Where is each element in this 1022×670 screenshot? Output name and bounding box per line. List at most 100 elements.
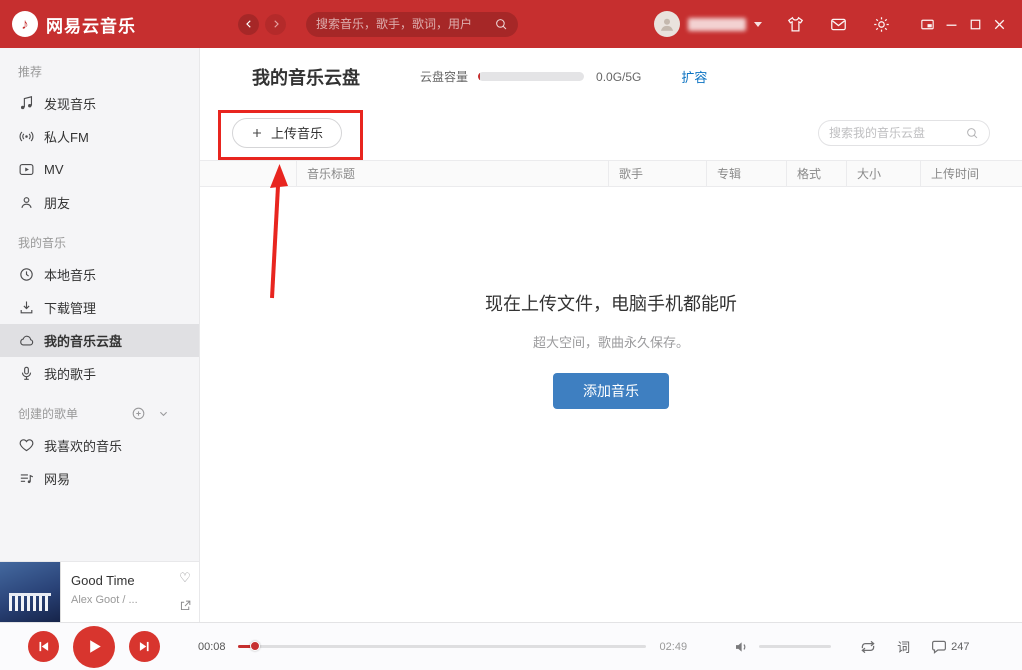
section-my-music: 我的音乐 [0, 219, 199, 258]
search-icon[interactable] [494, 17, 508, 31]
forward-button[interactable] [265, 14, 286, 35]
main-content: 我的音乐云盘 云盘容量 0.0G/5G 扩容 上传音乐 音乐标题 歌手 专辑 格… [200, 48, 1022, 622]
mini-mode-icon[interactable] [919, 16, 936, 33]
comments-button[interactable]: 247 [930, 638, 969, 656]
sidebar-item-label: 我的歌手 [44, 364, 96, 383]
now-playing-info: Good Time Alex Goot / ... [61, 562, 171, 622]
mv-icon [18, 161, 35, 178]
now-playing-panel: Good Time Alex Goot / ... ♡ [0, 561, 200, 622]
capacity-progress-fill [478, 72, 480, 81]
page-title: 我的音乐云盘 [252, 64, 360, 90]
sidebar-item-label: 我喜欢的音乐 [44, 436, 122, 455]
person-icon [658, 15, 676, 33]
add-music-button[interactable]: 添加音乐 [553, 373, 669, 409]
sidebar-item-label: 朋友 [44, 193, 70, 212]
theme-shirt-icon[interactable] [786, 15, 805, 34]
sidebar-item-download-manager[interactable]: 下载管理 [0, 291, 199, 324]
column-album[interactable]: 专辑 [706, 161, 786, 186]
column-format[interactable]: 格式 [786, 161, 846, 186]
username-redacted[interactable] [688, 18, 746, 31]
player-right-controls: 词 247 [859, 637, 969, 656]
plus-icon [251, 127, 263, 139]
window-controls [919, 16, 1008, 33]
music-note-icon [18, 95, 35, 112]
sidebar-item-music-cloud-disk[interactable]: 我的音乐云盘 [0, 324, 199, 357]
column-song-title[interactable]: 音乐标题 [296, 161, 608, 186]
previous-track-button[interactable] [28, 631, 59, 662]
volume-control [733, 638, 831, 656]
cloud-disk-search [818, 120, 990, 146]
sidebar-item-label: MV [44, 162, 64, 177]
back-button[interactable] [238, 14, 259, 35]
friends-icon [18, 194, 35, 211]
fm-icon [18, 128, 35, 145]
sidebar-item-label: 网易 [44, 469, 70, 488]
nav-arrows [238, 14, 286, 35]
comment-count: 247 [951, 641, 969, 653]
volume-slider[interactable] [759, 645, 831, 648]
song-table-header: 音乐标题 歌手 专辑 格式 大小 上传时间 [200, 160, 1022, 187]
sidebar-item-label: 本地音乐 [44, 265, 96, 284]
speaker-icon[interactable] [733, 638, 751, 656]
titlebar-right [654, 11, 1008, 37]
app-title: 网易云音乐 [46, 12, 136, 37]
upload-music-button[interactable]: 上传音乐 [232, 118, 342, 148]
current-time: 00:08 [198, 641, 226, 653]
section-label: 推荐 [18, 63, 42, 80]
expand-capacity-link[interactable]: 扩容 [681, 67, 707, 86]
cloud-icon [18, 332, 35, 349]
heart-icon [18, 437, 35, 454]
sidebar-item-local-music[interactable]: 本地音乐 [0, 258, 199, 291]
share-icon[interactable] [179, 599, 192, 612]
album-art[interactable] [0, 562, 61, 622]
user-avatar[interactable] [654, 11, 680, 37]
seek-bar[interactable] [238, 645, 646, 648]
app-logo: ♪ 网易云音乐 [12, 11, 136, 37]
user-menu-caret-icon[interactable] [754, 22, 762, 27]
loop-mode-icon[interactable] [859, 638, 877, 656]
sidebar-item-friends[interactable]: 朋友 [0, 186, 199, 219]
sidebar-item-mv[interactable]: MV [0, 153, 199, 186]
column-size[interactable]: 大小 [846, 161, 920, 186]
titlebar: ♪ 网易云音乐 [0, 0, 1022, 48]
upload-button-label: 上传音乐 [271, 123, 323, 142]
album-art-piano-keys [9, 596, 51, 611]
next-track-button[interactable] [129, 631, 160, 662]
like-heart-icon[interactable]: ♡ [179, 571, 191, 584]
empty-state-title: 现在上传文件，电脑手机都能听 [485, 290, 737, 316]
player-bar: 00:08 02:49 词 247 [0, 622, 1022, 670]
close-icon[interactable] [991, 16, 1008, 33]
lyrics-button[interactable]: 词 [897, 637, 910, 656]
collapse-playlists-chevron-icon[interactable] [156, 406, 171, 421]
section-created-playlists: 创建的歌单 [0, 390, 199, 429]
cloud-disk-header: 我的音乐云盘 云盘容量 0.0G/5G 扩容 [200, 48, 1022, 105]
play-icon [82, 635, 105, 658]
sidebar-item-my-artists[interactable]: 我的歌手 [0, 357, 199, 390]
section-recommend: 推荐 [0, 48, 199, 87]
song-title[interactable]: Good Time [71, 573, 169, 588]
cloud-toolbar: 上传音乐 [200, 105, 1022, 160]
column-index-placeholder [200, 161, 296, 186]
sidebar-item-playlist-netease[interactable]: 网易 [0, 462, 199, 495]
sidebar-item-personal-fm[interactable]: 私人FM [0, 120, 199, 153]
song-artist[interactable]: Alex Goot / ... [71, 594, 169, 606]
netease-logo-icon: ♪ [12, 11, 38, 37]
global-search-input[interactable] [316, 17, 494, 31]
search-icon[interactable] [965, 126, 979, 140]
sidebar-item-liked-music[interactable]: 我喜欢的音乐 [0, 429, 199, 462]
capacity-label: 云盘容量 [420, 68, 468, 85]
maximize-icon[interactable] [967, 16, 984, 33]
settings-gear-icon[interactable] [872, 15, 891, 34]
section-label: 创建的歌单 [18, 405, 78, 422]
cloud-disk-search-input[interactable] [829, 126, 965, 140]
play-button[interactable] [73, 626, 115, 668]
artist-icon [18, 365, 35, 382]
minimize-icon[interactable] [943, 16, 960, 33]
sidebar-item-discover-music[interactable]: 发现音乐 [0, 87, 199, 120]
column-artist[interactable]: 歌手 [608, 161, 706, 186]
add-playlist-icon[interactable] [131, 406, 146, 421]
mail-icon[interactable] [829, 15, 848, 34]
seek-bar-knob[interactable] [250, 641, 260, 651]
column-upload-time[interactable]: 上传时间 [920, 161, 1022, 186]
next-icon [136, 638, 153, 655]
